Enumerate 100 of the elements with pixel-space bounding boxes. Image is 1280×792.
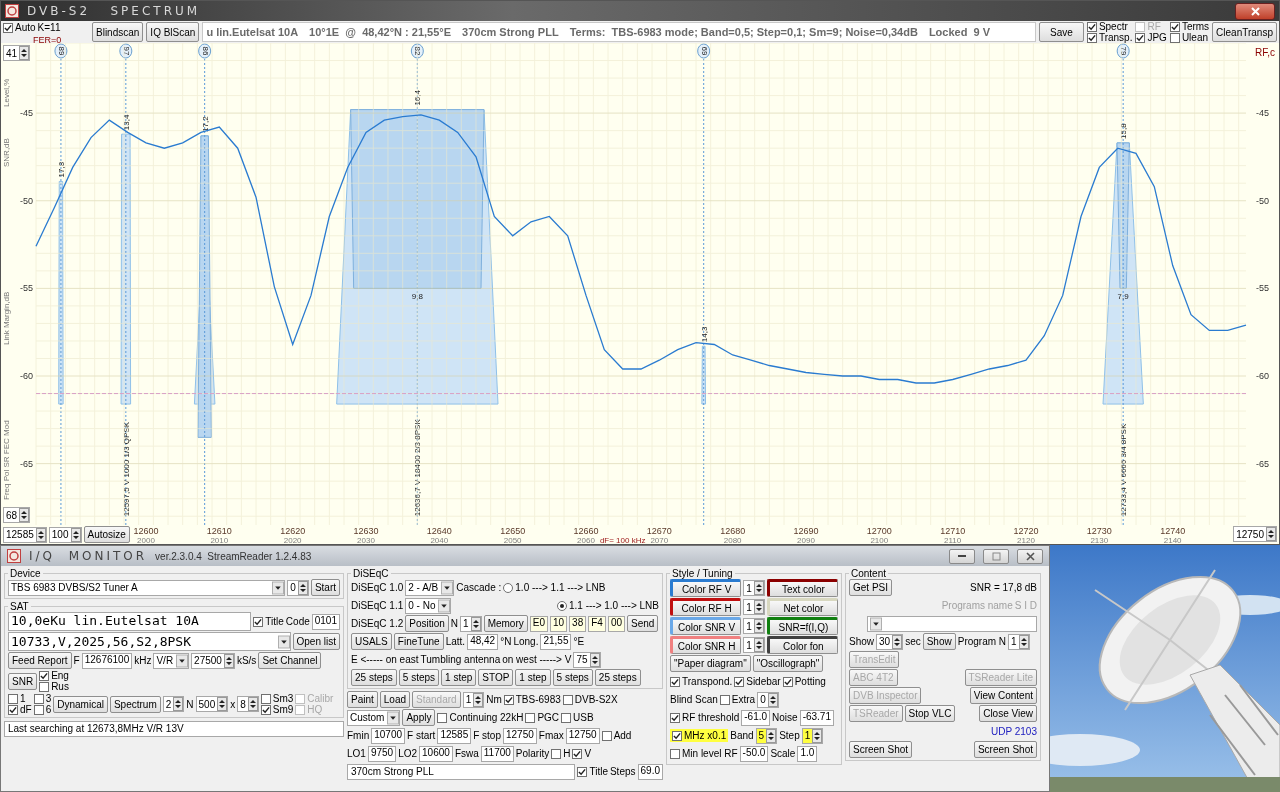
button[interactable]: CleanTransp — [1212, 22, 1277, 42]
checkbox[interactable]: Potting — [782, 676, 826, 687]
checkbox[interactable]: Sm3 — [260, 693, 294, 704]
color-button[interactable]: Color SNR H — [670, 636, 742, 654]
checkbox[interactable]: MHz x0.1 — [670, 729, 729, 742]
dropdown[interactable]: Custom — [347, 709, 401, 726]
color-button[interactable]: Text color — [766, 579, 838, 597]
checkbox[interactable]: JPG — [1135, 32, 1167, 43]
checkbox[interactable]: Min level RF — [670, 748, 738, 759]
button[interactable]: 1 step — [515, 669, 551, 686]
text-field[interactable]: 48,42 — [467, 633, 499, 650]
text-field[interactable]: 11700 — [480, 745, 514, 762]
button[interactable]: Memory — [483, 615, 528, 632]
close-button[interactable] — [1017, 548, 1043, 564]
checkbox[interactable]: PGC — [525, 712, 560, 723]
text-field[interactable]: 10700 — [371, 727, 406, 744]
text-field[interactable]: 10 — [550, 615, 568, 632]
button[interactable]: USALS — [351, 633, 392, 650]
text-field[interactable]: -50.0 — [739, 745, 769, 762]
color-button[interactable]: Color fon — [766, 636, 838, 654]
button[interactable]: Send — [627, 615, 659, 632]
number-spinner[interactable]: 0 — [287, 579, 309, 596]
transponder-number-tag[interactable]: 79 — [1116, 43, 1130, 59]
radio-button[interactable]: 1.0 ---> 1.1 ---> LNB — [503, 582, 606, 593]
number-spinner[interactable]: 30 — [876, 633, 904, 650]
button[interactable]: Dynamical — [53, 695, 108, 713]
text-field[interactable]: 12750 — [565, 727, 600, 744]
number-spinner[interactable]: 1 — [460, 615, 482, 632]
transponder-number-tag[interactable]: 69 — [697, 43, 711, 59]
button[interactable]: 1 step — [441, 669, 477, 686]
checkbox[interactable]: Sidebar — [734, 676, 781, 687]
button[interactable]: Start — [310, 579, 340, 596]
number-spinner[interactable]: 8 — [237, 696, 259, 712]
dropdown[interactable]: 2 - A/B — [405, 579, 455, 596]
autosize-button[interactable]: Autosize — [83, 526, 130, 543]
checkbox[interactable]: TBS-6983 — [503, 694, 561, 705]
text-field[interactable]: 10,0eKu lin.Eutelsat 10A — [8, 612, 252, 631]
text-field[interactable]: 10600 — [419, 745, 453, 762]
checkbox[interactable]: Extra — [719, 694, 756, 705]
text-field[interactable]: -63.71 — [799, 709, 834, 726]
text-field[interactable]: 21,55 — [540, 633, 572, 650]
number-spinner[interactable]: 12585 — [3, 526, 47, 543]
text-field[interactable]: 69.0 — [637, 763, 663, 780]
button[interactable]: STOP — [478, 669, 514, 686]
checkbox[interactable]: Title — [253, 616, 284, 627]
button[interactable]: Load — [379, 691, 411, 708]
close-button[interactable] — [1235, 2, 1275, 20]
checkbox[interactable]: Continuing 22kH — [437, 712, 524, 723]
checkbox[interactable]: Ulean — [1169, 32, 1210, 43]
color-button[interactable]: Color RF V — [670, 579, 742, 597]
number-spinner[interactable]: 1 — [1008, 633, 1030, 650]
button[interactable]: Show — [922, 633, 956, 650]
checkbox[interactable]: Transp. — [1086, 32, 1133, 43]
button[interactable]: Open list — [292, 633, 340, 650]
checkbox[interactable]: Terms — [1169, 21, 1210, 32]
button[interactable]: Get PSI — [849, 579, 892, 596]
checkbox[interactable]: 1 — [8, 693, 32, 704]
checkbox[interactable]: Title — [577, 766, 608, 777]
button[interactable]: Position — [405, 615, 449, 632]
checkbox[interactable]: RF threshold — [670, 712, 740, 723]
text-field[interactable]: 1.0 — [797, 745, 818, 762]
number-spinner[interactable]: 1 — [462, 691, 485, 708]
button[interactable]: 5 steps — [398, 669, 440, 686]
button[interactable]: Spectrum — [109, 695, 161, 713]
number-spinner[interactable]: 27500 — [191, 652, 235, 669]
button[interactable]: Set Channel — [258, 652, 322, 669]
checkbox[interactable]: Sm9 — [260, 704, 294, 715]
checkbox[interactable]: Spectr — [1086, 21, 1133, 32]
number-spinner[interactable]: 1 — [743, 580, 765, 596]
button[interactable]: Feed Report — [8, 652, 72, 669]
checkbox[interactable]: Transpond. — [670, 676, 733, 687]
checkbox[interactable]: dF — [8, 704, 32, 715]
button[interactable]: Close View — [979, 705, 1037, 722]
dropdown[interactable]: 10733,V,2025,56,S2,8PSK — [8, 632, 291, 651]
button[interactable]: SNR — [8, 672, 38, 690]
number-spinner[interactable]: 1 — [743, 599, 765, 615]
number-spinner[interactable]: 2 — [162, 696, 185, 712]
number-spinner[interactable]: 75 — [573, 651, 601, 668]
checkbox[interactable]: Rus — [39, 681, 69, 692]
checkbox[interactable]: DVB-S2X — [562, 694, 618, 705]
button[interactable]: IQ BlScan — [146, 22, 200, 42]
text-field[interactable]: E0 — [529, 615, 548, 632]
color-button[interactable]: Net color — [766, 598, 838, 616]
text-field[interactable]: 00 — [607, 615, 626, 632]
text-field[interactable]: 12750 — [503, 727, 537, 744]
button[interactable]: Stop VLC — [904, 705, 956, 722]
transponder-number-tag[interactable]: 97 — [119, 43, 133, 59]
color-button[interactable]: Color RF H — [670, 598, 742, 616]
number-spinner[interactable]: 5 — [755, 727, 778, 744]
save-button[interactable]: Save — [1039, 22, 1084, 42]
radio-button[interactable]: 1.1 ---> 1.0 ---> LNB — [556, 600, 659, 611]
text-field[interactable]: -61.0 — [741, 709, 771, 726]
dropdown[interactable]: 0 - No — [405, 597, 452, 614]
checkbox[interactable]: Add — [601, 730, 632, 741]
dropdown[interactable]: TBS 6983 DVBS/S2 Tuner A — [8, 579, 286, 596]
text-field[interactable]: 38 — [569, 615, 587, 632]
button[interactable]: Screen Shot — [849, 741, 913, 758]
maximize-button[interactable] — [983, 548, 1009, 564]
number-spinner[interactable]: 100 — [48, 526, 82, 543]
number-spinner[interactable]: 12750 — [1233, 526, 1277, 542]
